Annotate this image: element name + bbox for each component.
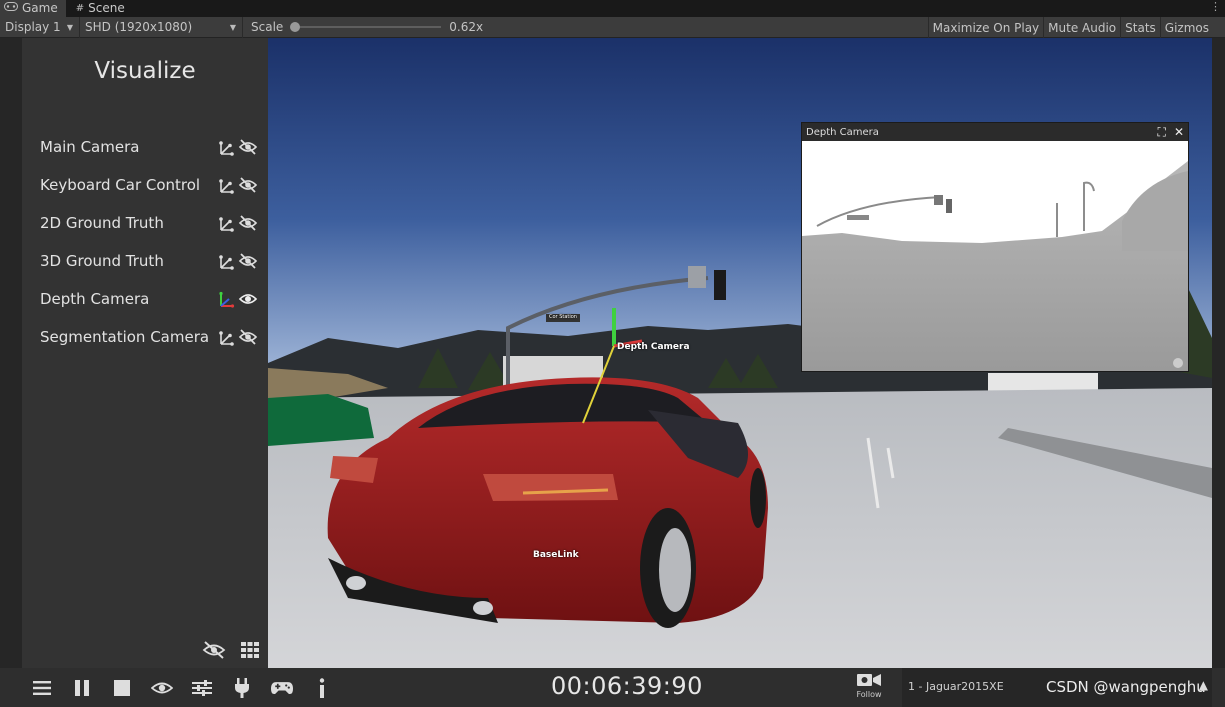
gamepad-icon[interactable] (271, 677, 293, 699)
eye-visible-icon[interactable] (238, 290, 258, 308)
simulation-timer: 00:06:39:90 (551, 672, 703, 700)
pause-icon[interactable] (71, 677, 93, 699)
traffic-light (714, 270, 726, 300)
follow-label: Follow (856, 690, 882, 699)
axes-gizmo-icon[interactable] (217, 328, 235, 346)
visualize-item-label: Main Camera (40, 138, 140, 156)
visualize-eye-icon[interactable] (151, 677, 173, 699)
maximize-on-play-button[interactable]: Maximize On Play (927, 17, 1044, 38)
vehicle-selector[interactable]: 1 - Jaguar2015XE CSDN @wangpenghu ▲ (902, 668, 1212, 707)
eye-hidden-icon[interactable] (238, 138, 258, 156)
grid-icon: # (75, 3, 85, 14)
visualize-item-3d-ground-truth[interactable]: 3D Ground Truth (40, 249, 258, 273)
visualize-panel-footer (202, 640, 260, 660)
settings-sliders-icon[interactable] (191, 677, 213, 699)
stats-button[interactable]: Stats (1120, 17, 1160, 38)
axes-gizmo-icon[interactable] (217, 176, 235, 194)
scale-slider[interactable] (290, 22, 442, 32)
depth-camera-image (802, 141, 1188, 371)
visualize-item-label: Segmentation Camera (40, 328, 210, 346)
street-sign-text: Cor Station (549, 314, 577, 320)
eye-hidden-icon[interactable] (238, 328, 258, 346)
close-icon[interactable]: ✕ (1174, 125, 1184, 140)
maximize-icon[interactable]: ⛶ (1158, 125, 1166, 140)
visualize-title: Visualize (94, 58, 196, 84)
gamepad-icon (4, 0, 18, 17)
info-icon[interactable] (311, 677, 333, 699)
eye-hidden-icon[interactable] (238, 176, 258, 194)
editor-tab-bar: Game # Scene ⋮ (0, 0, 1225, 17)
toolbar-right-group: Maximize On Play Mute Audio Stats Gizmos (927, 17, 1225, 38)
eye-hidden-icon[interactable] (238, 252, 258, 270)
right-gutter (1212, 38, 1225, 668)
tab-scene[interactable]: # Scene (66, 0, 133, 17)
axes-gizmo-active-icon[interactable] (217, 290, 235, 308)
hide-all-icon[interactable] (202, 640, 226, 660)
gizmos-button[interactable]: Gizmos (1159, 17, 1225, 38)
display-dropdown-value: Display 1 (5, 20, 61, 34)
grid-layout-icon[interactable] (240, 641, 260, 659)
eye-hidden-icon[interactable] (238, 214, 258, 232)
depth-camera-window-header[interactable]: Depth Camera ⛶ ✕ (802, 123, 1188, 141)
menu-icon[interactable] (31, 677, 53, 699)
visualize-item-label: 2D Ground Truth (40, 214, 164, 232)
depth-camera-scene-label: Depth Camera (617, 342, 690, 352)
tab-scene-label: Scene (88, 1, 125, 15)
scale-value: 0.62x (449, 20, 484, 34)
game-view: Visualize Main Camera Keyboard Car Contr… (0, 38, 1225, 707)
watermark-text: CSDN @wangpenghu (1046, 678, 1206, 696)
plug-icon[interactable] (231, 677, 253, 699)
visualize-item-label: Depth Camera (40, 290, 150, 308)
chevron-up-icon[interactable]: ▲ (1199, 678, 1208, 692)
game-toolbar: Display 1 ▼ SHD (1920x1080) ▼ Scale 0.62… (0, 16, 1225, 38)
depth-camera-window-title: Depth Camera (806, 126, 879, 138)
vehicle-name: 1 - Jaguar2015XE (908, 680, 1004, 693)
visualize-item-depth-camera[interactable]: Depth Camera (40, 287, 258, 311)
tab-menu-icon[interactable]: ⋮ (1210, 0, 1221, 13)
scale-control: Scale 0.62x (243, 17, 483, 38)
light-housing (688, 266, 706, 288)
simulation-scene[interactable]: Depth Camera BaseLink Cor Station Depth … (268, 38, 1212, 668)
visualize-item-label: Keyboard Car Control (40, 176, 201, 194)
tab-game[interactable]: Game (0, 0, 66, 17)
axes-gizmo-icon[interactable] (217, 214, 235, 232)
axes-gizmo-icon[interactable] (217, 138, 235, 156)
axes-gizmo-icon[interactable] (217, 252, 235, 270)
baselink-scene-label: BaseLink (533, 550, 579, 560)
follow-camera-icon (857, 674, 881, 686)
resolution-dropdown-value: SHD (1920x1080) (85, 20, 193, 34)
visualize-item-main-camera[interactable]: Main Camera (40, 135, 258, 159)
visualize-item-keyboard-car-control[interactable]: Keyboard Car Control (40, 173, 258, 197)
dropdown-arrow-icon: ▼ (229, 22, 236, 32)
visualize-item-segmentation-camera[interactable]: Segmentation Camera (40, 325, 258, 349)
dropdown-arrow-icon: ▼ (66, 22, 73, 32)
scale-slider-handle[interactable] (290, 22, 301, 32)
visualize-item-2d-ground-truth[interactable]: 2D Ground Truth (40, 211, 258, 235)
scale-label: Scale (251, 20, 284, 34)
resolution-dropdown[interactable]: SHD (1920x1080) ▼ (80, 16, 243, 38)
mute-audio-button[interactable]: Mute Audio (1043, 17, 1120, 38)
visualize-item-label: 3D Ground Truth (40, 252, 164, 270)
follow-camera-button[interactable]: Follow (852, 672, 886, 699)
visualize-panel: Visualize Main Camera Keyboard Car Contr… (22, 38, 268, 668)
display-dropdown[interactable]: Display 1 ▼ (0, 16, 80, 38)
tab-game-label: Game (22, 1, 58, 15)
simulator-bottom-bar: 00:06:39:90 Follow 1 - Jaguar2015XE CSDN… (0, 668, 1225, 707)
depth-camera-window[interactable]: Depth Camera ⛶ ✕ (801, 122, 1189, 372)
stop-icon[interactable] (111, 677, 133, 699)
left-gutter (0, 38, 22, 668)
